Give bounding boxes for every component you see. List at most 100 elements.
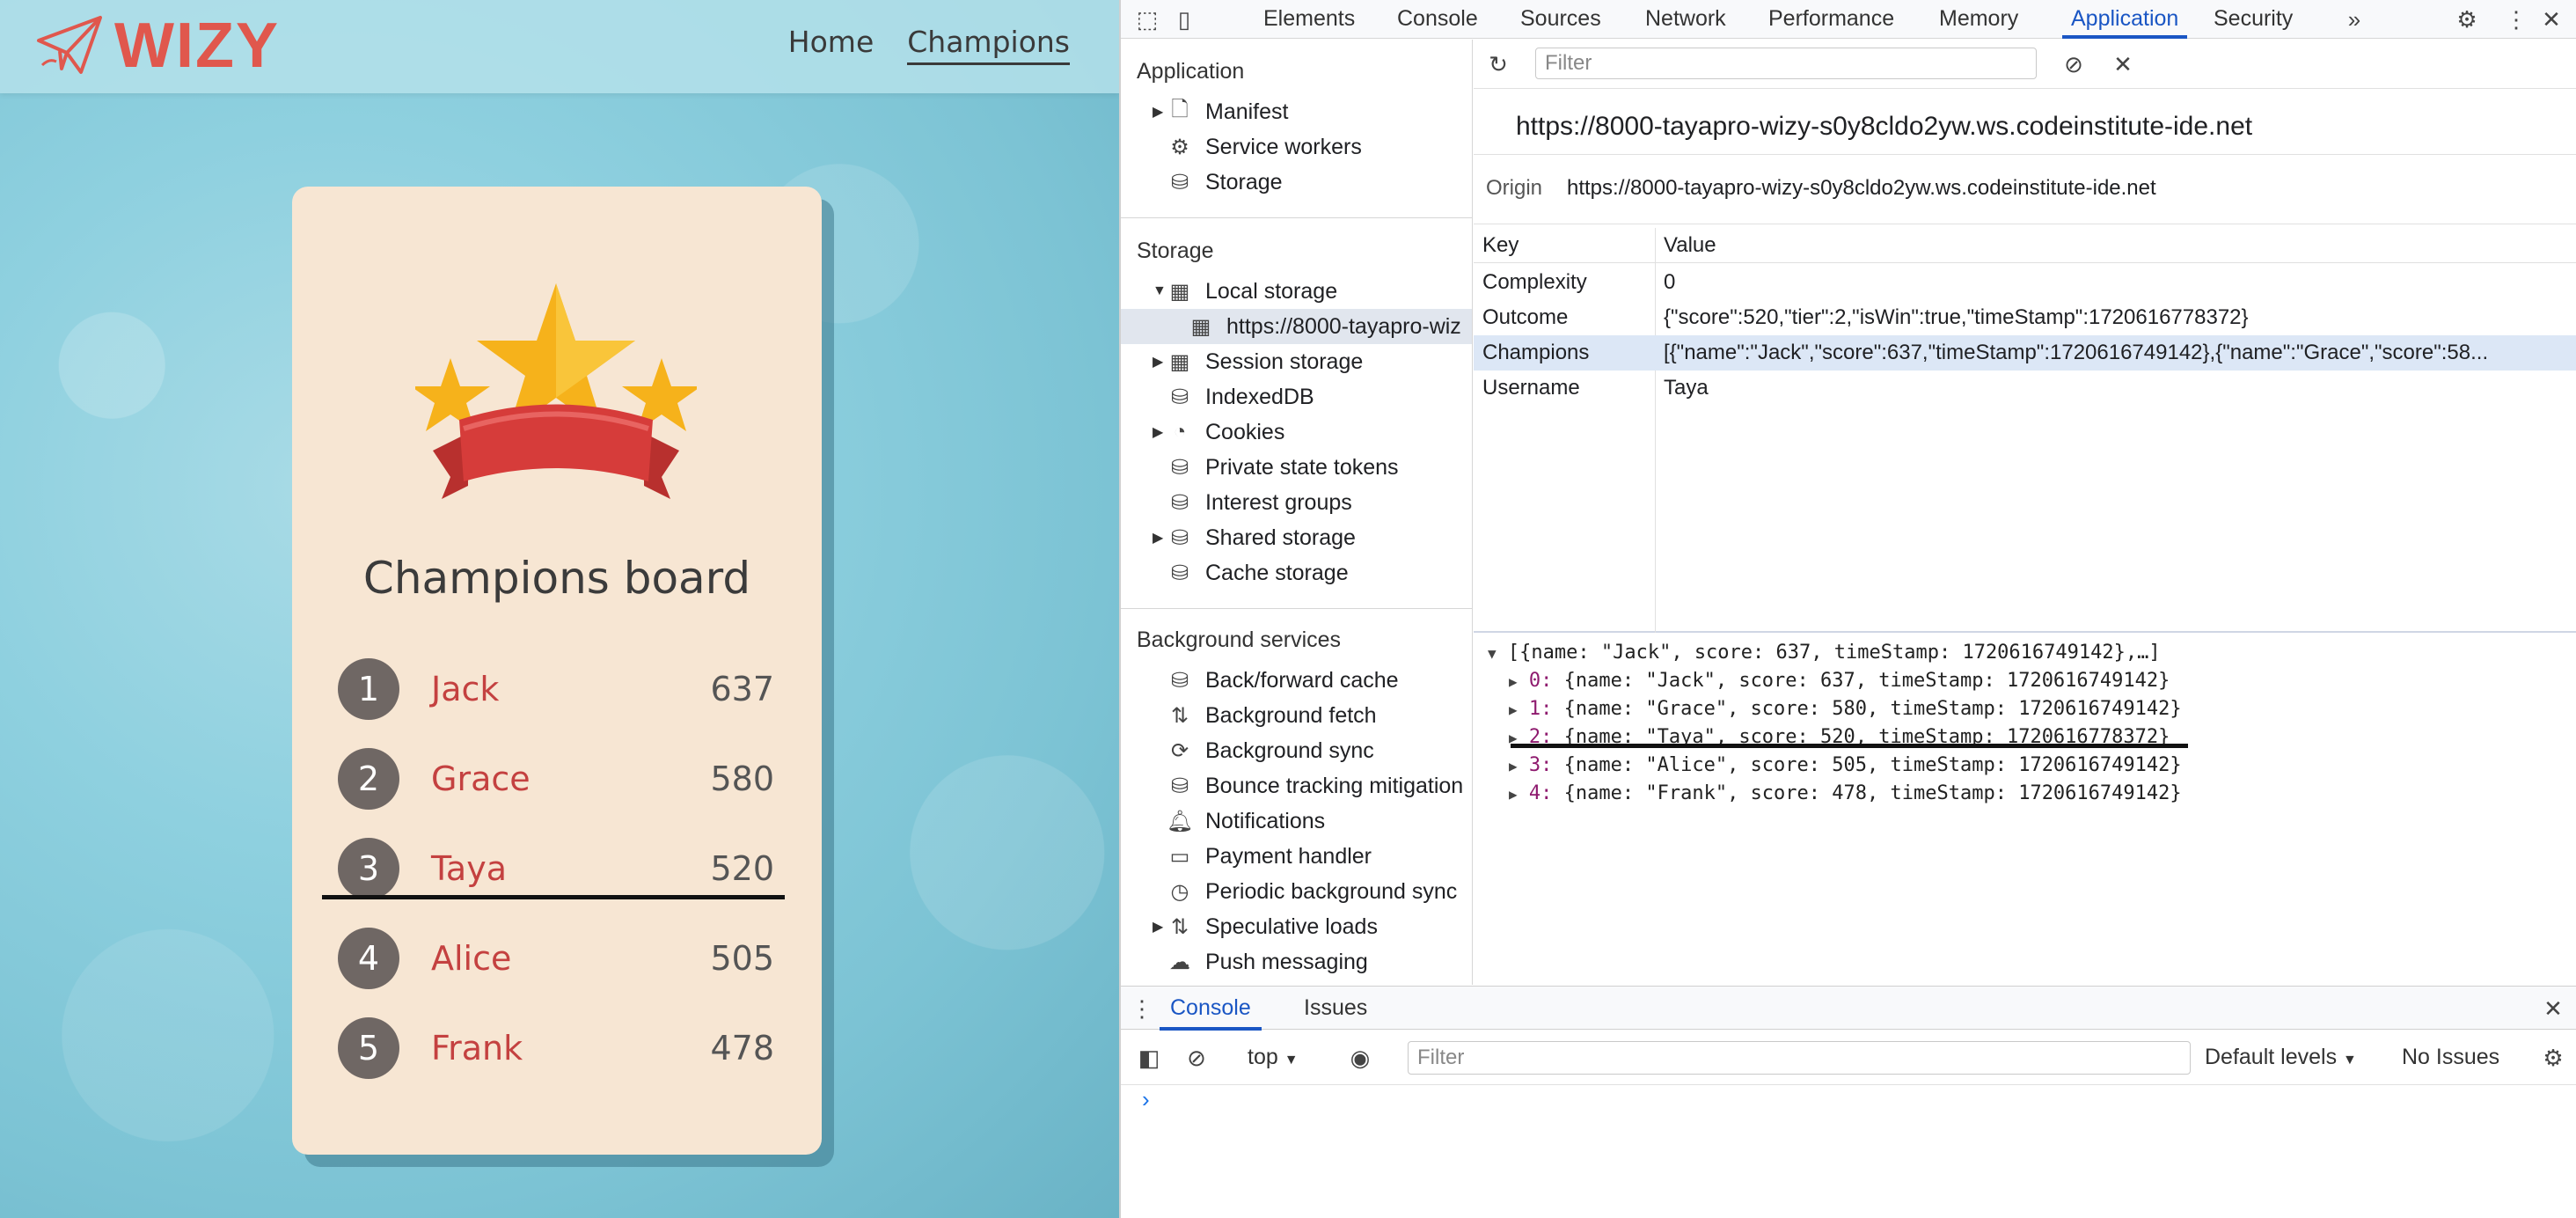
tab-network[interactable]: Network (1645, 0, 1726, 39)
expand-arrow-icon[interactable]: ▶ (1153, 918, 1167, 936)
storage-filter-input[interactable]: Filter (1535, 48, 2037, 79)
tab-security[interactable]: Security (2214, 0, 2293, 39)
sidebar-item-background-fetch[interactable]: ⇅ Background fetch (1121, 698, 1472, 733)
console-settings-icon[interactable]: ⚙ (2539, 1044, 2567, 1072)
drawer-menu-icon[interactable]: ⋮ (1128, 994, 1156, 1023)
table-row[interactable]: Champions [{"name":"Jack","score":637,"t… (1474, 335, 2576, 371)
preview-summary[interactable]: ▼ [{name: "Jack", score: 637, timeStamp:… (1488, 642, 2161, 664)
sidebar-item-shared-storage[interactable]: ▶ ⛁ Shared storage (1121, 520, 1472, 555)
expand-arrow-icon[interactable]: ▶ (1509, 786, 1518, 803)
sidebar-divider (1121, 608, 1472, 609)
issues-count[interactable]: No Issues (2402, 1045, 2499, 1070)
tab-elements[interactable]: Elements (1263, 0, 1355, 39)
console-filter-input[interactable]: Filter (1408, 1041, 2191, 1075)
inspect-element-icon[interactable]: ⬚ (1133, 5, 1161, 33)
expand-arrow-icon[interactable]: ▶ (1509, 701, 1518, 718)
row-key: Complexity (1482, 270, 1587, 294)
device-toolbar-icon[interactable]: ▯ (1170, 5, 1198, 33)
up-down-arrows-icon: ⇅ (1170, 914, 1189, 939)
sidebar-item-service-workers[interactable]: ⚙ Service workers (1121, 129, 1472, 165)
wizy-app: WIZY Home Champions Champions board 1 Ja… (0, 0, 1119, 1218)
expand-arrow-icon[interactable]: ▶ (1153, 529, 1167, 547)
expand-arrow-icon[interactable]: ▶ (1509, 758, 1518, 774)
sidebar-item-cookies[interactable]: ▶ ◔ Cookies (1121, 415, 1472, 450)
drawer-tab-issues[interactable]: Issues (1304, 987, 1367, 1031)
navbar: WIZY Home Champions (0, 0, 1119, 93)
table-row[interactable]: Complexity 0 (1474, 265, 2576, 300)
sidebar-item-label: Local storage (1205, 278, 1338, 304)
sidebar-item-interest-groups[interactable]: ⛁ Interest groups (1121, 485, 1472, 520)
tab-performance[interactable]: Performance (1768, 0, 1894, 39)
preview-item[interactable]: ▶ 1: {name: "Grace", score: 580, timeSta… (1509, 698, 2182, 720)
expand-arrow-icon[interactable]: ▶ (1153, 353, 1167, 371)
highlight-underline (1511, 744, 2188, 748)
log-levels-dropdown[interactable]: Default levels ▼ (2205, 1045, 2357, 1070)
sidebar-item-indexeddb[interactable]: ⛁ IndexedDB (1121, 379, 1472, 415)
sync-icon: ⟳ (1170, 738, 1189, 763)
collapse-arrow-icon[interactable]: ▼ (1153, 283, 1167, 299)
sidebar-item-background-sync[interactable]: ⟳ Background sync (1121, 733, 1472, 768)
rank-badge: 4 (338, 928, 399, 989)
collapse-arrow-icon[interactable]: ▼ (1488, 645, 1497, 662)
sidebar-item-label: Session storage (1205, 349, 1364, 374)
clear-all-icon[interactable]: ⊘ (2060, 50, 2088, 78)
preview-item[interactable]: ▶ 0: {name: "Jack", score: 637, timeStam… (1509, 670, 2170, 692)
nav-champions-link[interactable]: Champions (907, 25, 1070, 65)
refresh-icon[interactable]: ↻ (1484, 50, 1512, 78)
context-selector[interactable]: top ▼ (1248, 1045, 1299, 1070)
drawer-tabbar: ⋮ Console Issues ✕ (1121, 986, 2576, 1031)
clear-console-icon[interactable]: ⊘ (1182, 1044, 1211, 1072)
sidebar-item-manifest[interactable]: ▶ 🗋 Manifest (1121, 94, 1472, 129)
table-header: Key Value (1474, 228, 2576, 263)
more-tabs-icon[interactable]: » (2340, 5, 2368, 33)
sidebar-item-payment-handler[interactable]: ▭ Payment handler (1121, 839, 1472, 874)
tab-sources[interactable]: Sources (1520, 0, 1601, 39)
logo[interactable]: WIZY (35, 11, 280, 81)
sidebar-item-local-storage-origin[interactable]: ▦ https://8000-tayapro-wiz (1121, 309, 1472, 344)
header-value[interactable]: Value (1664, 228, 2570, 263)
kebab-menu-icon[interactable]: ⋮ (2502, 5, 2530, 33)
expand-arrow-icon[interactable]: ▶ (1153, 103, 1167, 121)
log-levels-value: Default levels (2205, 1045, 2338, 1069)
preview-text: {name: "Jack", score: 637, timeStamp: 17… (1563, 670, 2170, 692)
tab-application[interactable]: Application (2062, 0, 2188, 39)
sidebar-item-back-forward-cache[interactable]: ⛁ Back/forward cache (1121, 663, 1472, 698)
table-row[interactable]: Outcome {"score":520,"tier":2,"isWin":tr… (1474, 300, 2576, 335)
table-row[interactable]: Username Taya (1474, 371, 2576, 406)
sidebar-item-local-storage[interactable]: ▼ ▦ Local storage (1121, 274, 1472, 309)
row-value: Taya (1664, 376, 1709, 400)
database-icon: ⛁ (1170, 385, 1189, 409)
eye-icon[interactable]: ◉ (1346, 1044, 1374, 1072)
sidebar-item-notifications[interactable]: 🔔︎ Notifications (1121, 803, 1472, 839)
sidebar-item-label: Cache storage (1205, 560, 1349, 585)
sidebar-item-cache-storage[interactable]: ⛁ Cache storage (1121, 555, 1472, 591)
sidebar-item-private-state-tokens[interactable]: ⛁ Private state tokens (1121, 450, 1472, 485)
preview-item[interactable]: ▶ 4: {name: "Frank", score: 478, timeSta… (1509, 782, 2182, 804)
sidebar-item-speculative-loads[interactable]: ▶ ⇅ Speculative loads (1121, 909, 1472, 944)
sidebar-toggle-icon[interactable]: ◧ (1135, 1044, 1163, 1072)
expand-arrow-icon[interactable]: ▶ (1153, 423, 1167, 441)
tab-console[interactable]: Console (1397, 0, 1478, 39)
drawer-tab-console[interactable]: Console (1160, 987, 1262, 1031)
close-drawer-icon[interactable]: ✕ (2539, 994, 2567, 1023)
sidebar-item-periodic-background-sync[interactable]: ◷ Periodic background sync (1121, 874, 1472, 909)
sidebar-item-bounce-tracking[interactable]: ⛁ Bounce tracking mitigation (1121, 768, 1472, 803)
sidebar-item-storage[interactable]: ⛁ Storage (1121, 165, 1472, 200)
sidebar-item-label: Manifest (1205, 99, 1289, 124)
preview-item[interactable]: ▶ 3: {name: "Alice", score: 505, timeSta… (1509, 754, 2182, 776)
player-score: 520 (710, 849, 774, 888)
value-preview: ▼ [{name: "Jack", score: 637, timeStamp:… (1474, 635, 2576, 985)
delete-selected-icon[interactable]: ✕ (2109, 50, 2137, 78)
tab-memory[interactable]: Memory (1939, 0, 2018, 39)
settings-icon[interactable]: ⚙ (2453, 5, 2481, 33)
sidebar-item-push-messaging[interactable]: ☁ Push messaging (1121, 944, 1472, 980)
console-prompt[interactable]: › (1142, 1086, 1150, 1113)
console-toolbar: ◧ ⊘ top ▼ ◉ Filter Default levels ▼ No I… (1121, 1031, 2576, 1085)
preview-text: {name: "Alice", score: 505, timeStamp: 1… (1563, 754, 2182, 776)
sidebar-item-session-storage[interactable]: ▶ ▦ Session storage (1121, 344, 1472, 379)
expand-arrow-icon[interactable]: ▶ (1509, 673, 1518, 690)
header-key[interactable]: Key (1482, 228, 1519, 263)
close-devtools-icon[interactable]: ✕ (2537, 5, 2565, 33)
rank-row: 1 Jack 637 (338, 644, 778, 734)
nav-home-link[interactable]: Home (788, 25, 874, 65)
